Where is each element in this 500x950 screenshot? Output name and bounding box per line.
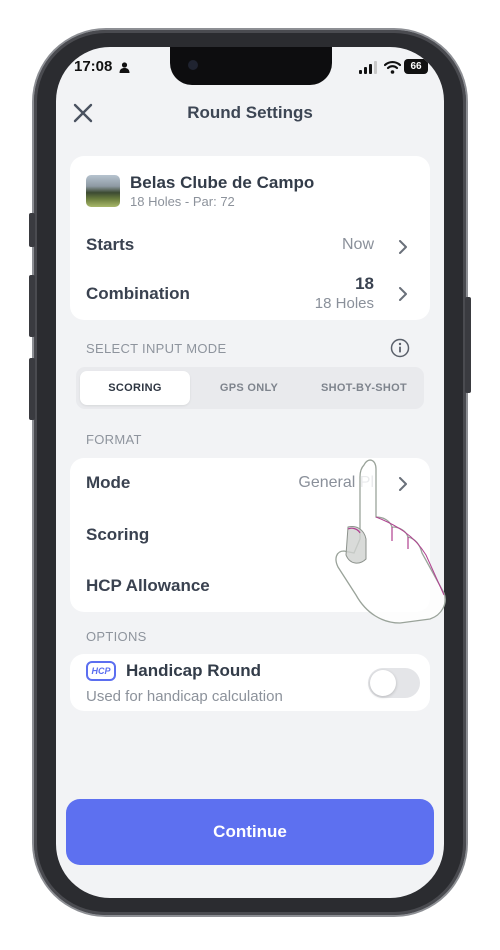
mode-label: Mode	[86, 473, 131, 492]
info-icon[interactable]	[390, 338, 410, 358]
input-mode-selector: SCORING GPS ONLY SHOT-BY-SHOT	[76, 367, 424, 409]
hcp-allowance-label: HCP Allowance	[86, 576, 210, 595]
segment-gps-only[interactable]: GPS ONLY	[194, 371, 304, 405]
header: Round Settings	[56, 99, 444, 129]
handicap-round-subtitle: Used for handicap calculation	[86, 688, 283, 705]
battery-indicator: 66	[404, 59, 428, 74]
handicap-card: HCP Handicap Round Used for handicap cal…	[70, 654, 430, 711]
wifi-icon	[384, 60, 401, 74]
combination-label: Combination	[86, 284, 190, 303]
segment-shot-by-shot[interactable]: SHOT-BY-SHOT	[308, 371, 420, 405]
segment-scoring[interactable]: SCORING	[80, 371, 190, 405]
combination-sub: 18 Holes	[314, 295, 374, 312]
pointing-hand-icon	[335, 459, 446, 624]
combination-value: 18	[355, 274, 374, 293]
combination-row[interactable]: Combination 18 18 Holes	[70, 270, 430, 320]
page-title: Round Settings	[187, 103, 313, 122]
starts-label: Starts	[86, 235, 135, 254]
person-icon	[119, 62, 130, 73]
volume-up-button	[29, 275, 35, 337]
chevron-right-icon	[399, 240, 407, 254]
course-row[interactable]: Belas Clube de Campo 18 Holes - Par: 72	[70, 156, 430, 222]
mute-switch	[29, 213, 35, 247]
course-details: 18 Holes - Par: 72	[130, 194, 235, 209]
starts-row[interactable]: Starts Now	[70, 222, 430, 270]
course-name: Belas Clube de Campo	[130, 173, 315, 192]
camera-lens	[188, 60, 198, 70]
scoring-label: Scoring	[86, 525, 150, 544]
course-thumbnail	[86, 175, 120, 207]
power-button	[465, 297, 471, 393]
camera-notch	[170, 47, 332, 85]
hcp-badge-icon: HCP	[86, 661, 116, 681]
status-time: 17:08	[74, 58, 113, 75]
course-card: Belas Clube de Campo 18 Holes - Par: 72 …	[70, 156, 430, 320]
options-section-label: OPTIONS	[86, 629, 147, 644]
continue-button[interactable]: Continue	[66, 799, 434, 865]
volume-down-button	[29, 358, 35, 420]
input-mode-section-label: SELECT INPUT MODE	[86, 341, 227, 356]
handicap-round-title: Handicap Round	[126, 661, 262, 680]
handicap-round-toggle[interactable]	[368, 668, 420, 698]
starts-value: Now	[341, 236, 374, 253]
toggle-knob	[370, 670, 396, 696]
signal-icon	[359, 61, 377, 74]
format-section-label: FORMAT	[86, 432, 142, 447]
chevron-right-icon	[399, 287, 407, 301]
